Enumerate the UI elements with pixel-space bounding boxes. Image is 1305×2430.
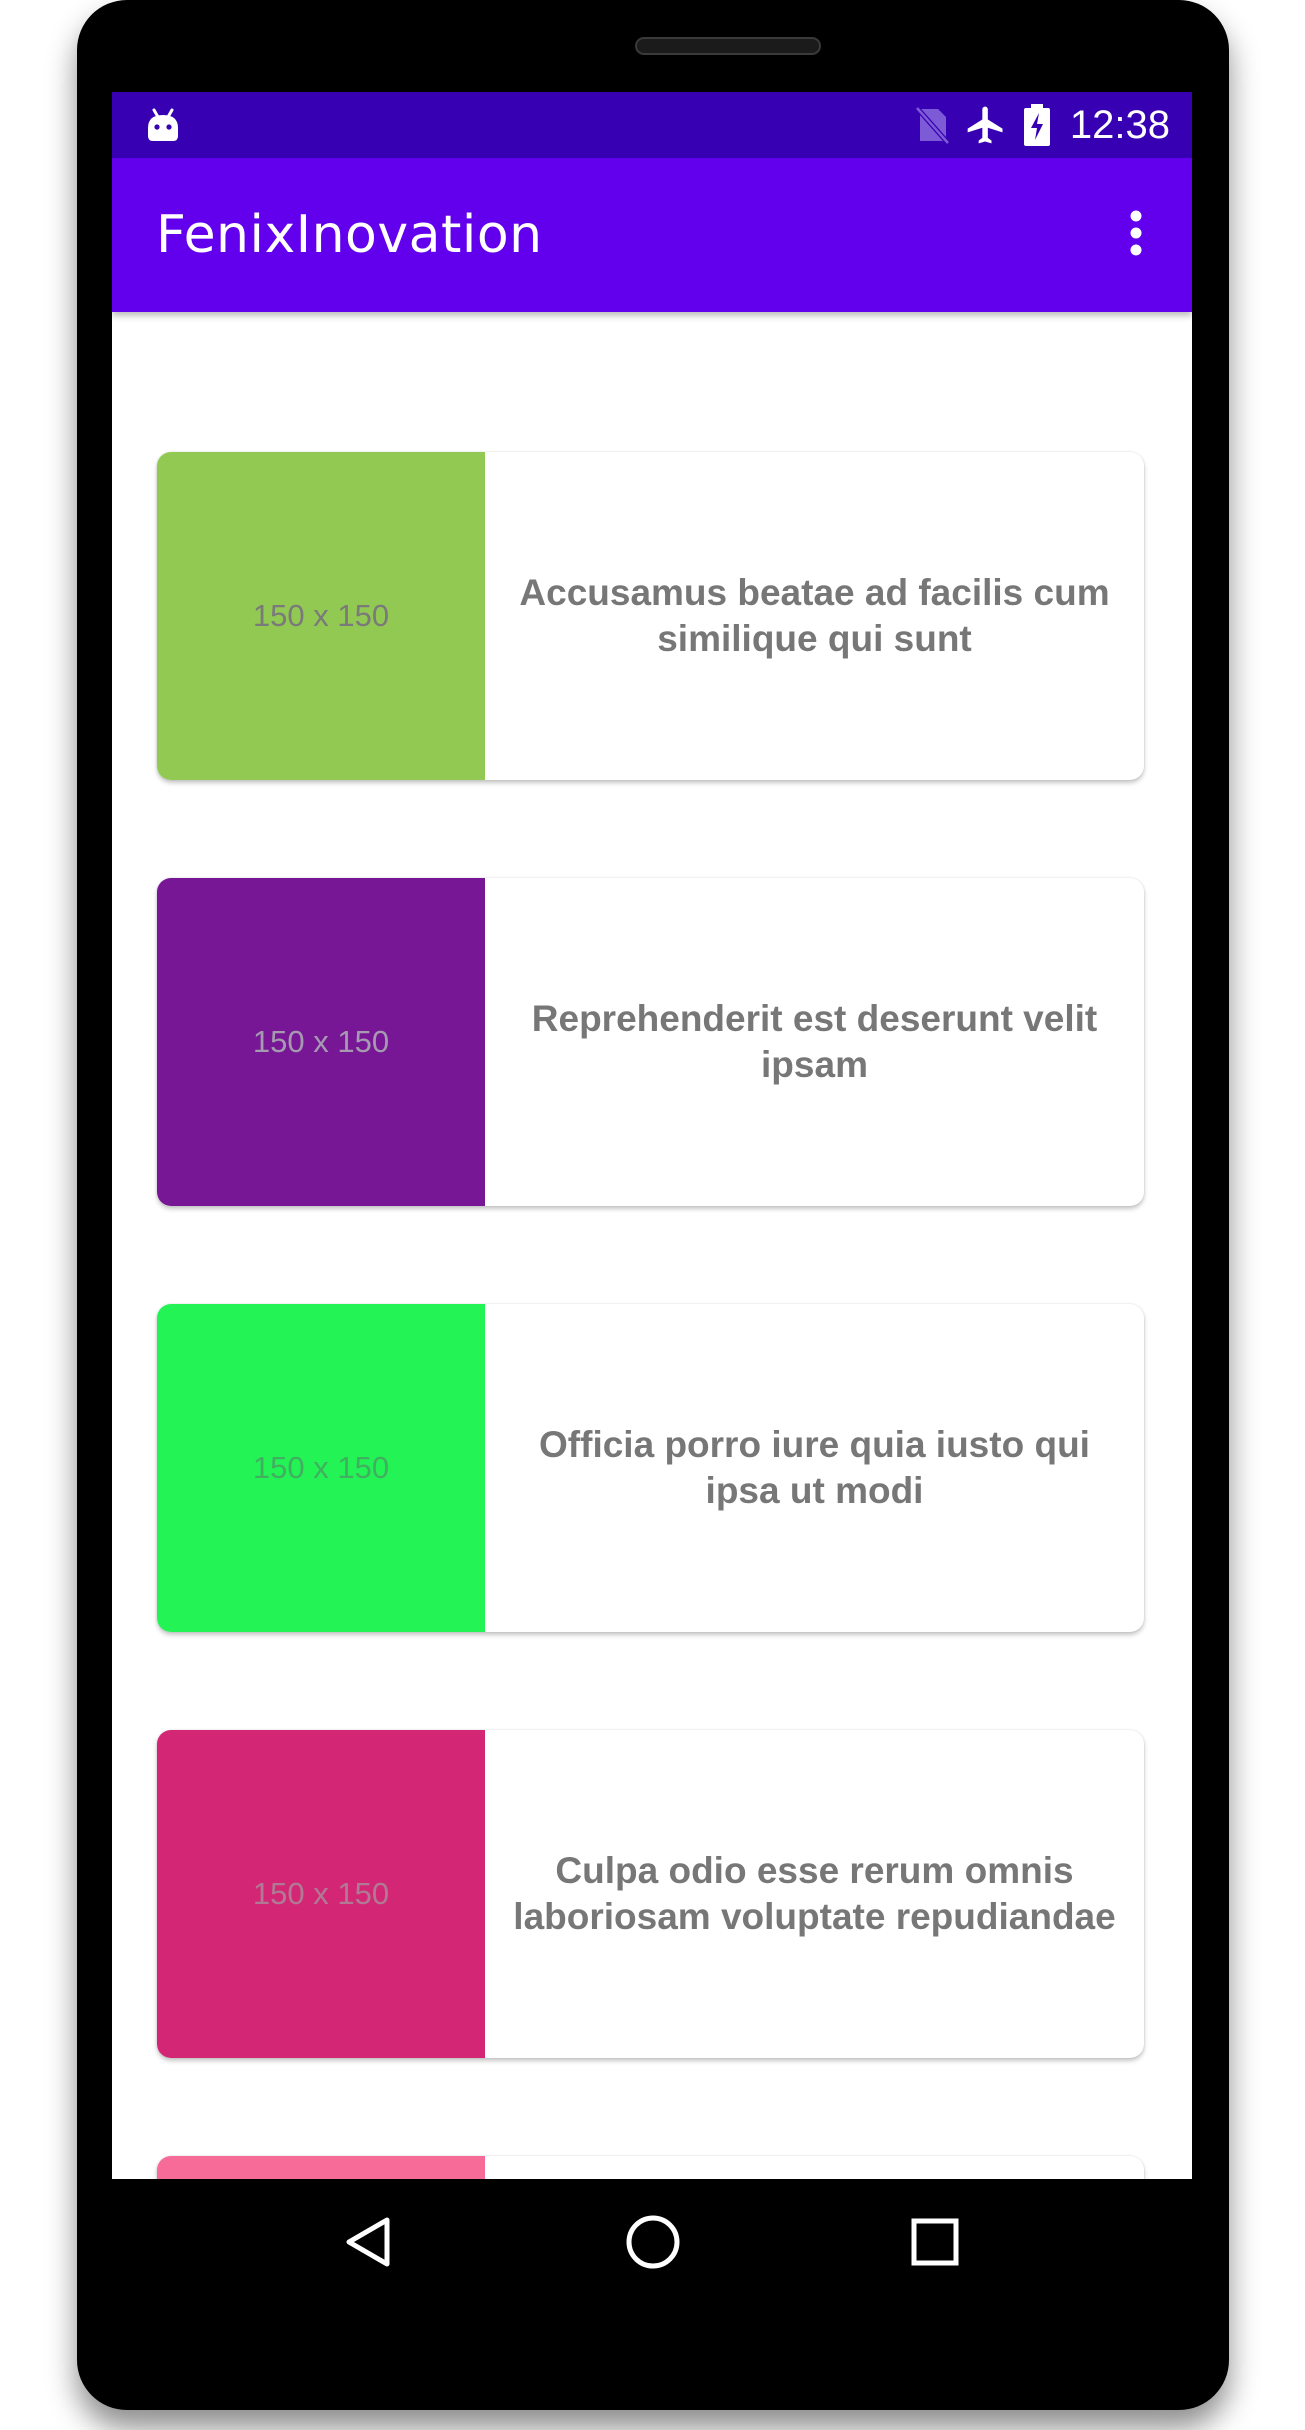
no-sim-icon	[914, 105, 950, 145]
thumbnail-image	[157, 2156, 485, 2179]
android-debug-icon	[144, 106, 182, 144]
card-title: Reprehenderit est deserunt velit ipsam	[531, 998, 1098, 1085]
thumbnail-label: 150 x 150	[252, 1876, 390, 1911]
thumbnail-label: 150 x 150	[252, 1024, 390, 1059]
home-button[interactable]	[612, 2203, 694, 2285]
app-toolbar: FenixInovation	[112, 158, 1192, 312]
recents-square-icon	[909, 2216, 961, 2273]
overflow-menu-button[interactable]	[1104, 203, 1168, 267]
thumbnail-image: 150 x 150	[157, 452, 485, 780]
list-item-card[interactable]: 150 x 150 Reprehenderit est deserunt vel…	[157, 878, 1144, 1206]
status-clock: 12:38	[1069, 102, 1170, 147]
status-icons: 12:38	[914, 92, 1170, 158]
thumbnail-image: 150 x 150	[157, 878, 485, 1206]
card-title: Culpa odio esse rerum omnis laboriosam v…	[513, 1850, 1116, 1937]
thumbnail-image: 150 x 150	[157, 1730, 485, 2058]
list-item-card[interactable]: 150 x 150 Accusamus beatae ad facilis cu…	[157, 452, 1144, 780]
list-item-card[interactable]	[157, 2156, 1144, 2179]
card-title: Officia porro iure quia iusto qui ipsa u…	[539, 1424, 1090, 1511]
card-title: Accusamus beatae ad facilis cum similiqu…	[519, 572, 1110, 659]
list-item-card[interactable]: 150 x 150 Officia porro iure quia iusto …	[157, 1304, 1144, 1632]
thumbnail-image: 150 x 150	[157, 1304, 485, 1632]
back-triangle-icon	[341, 2214, 397, 2275]
app-title: FenixInovation	[156, 205, 543, 265]
list-item-card[interactable]: 150 x 150 Culpa odio esse rerum omnis la…	[157, 1730, 1144, 2058]
battery-charging-icon	[1022, 103, 1052, 147]
app-screen: 12:38 FenixInovation 150 x 150 Accusamus…	[112, 92, 1192, 2179]
home-circle-icon	[623, 2212, 683, 2277]
back-button[interactable]	[328, 2203, 410, 2285]
system-navigation-bar	[112, 2179, 1192, 2309]
more-vert-icon	[1128, 209, 1144, 262]
thumbnail-label: 150 x 150	[252, 1450, 390, 1485]
recents-button[interactable]	[894, 2203, 976, 2285]
earpiece-speaker	[635, 37, 821, 55]
status-bar: 12:38	[112, 92, 1192, 158]
card-title	[485, 2156, 1144, 2179]
photo-list[interactable]: 150 x 150 Accusamus beatae ad facilis cu…	[112, 312, 1192, 2179]
airplane-mode-icon	[964, 103, 1008, 147]
thumbnail-label: 150 x 150	[252, 598, 390, 633]
